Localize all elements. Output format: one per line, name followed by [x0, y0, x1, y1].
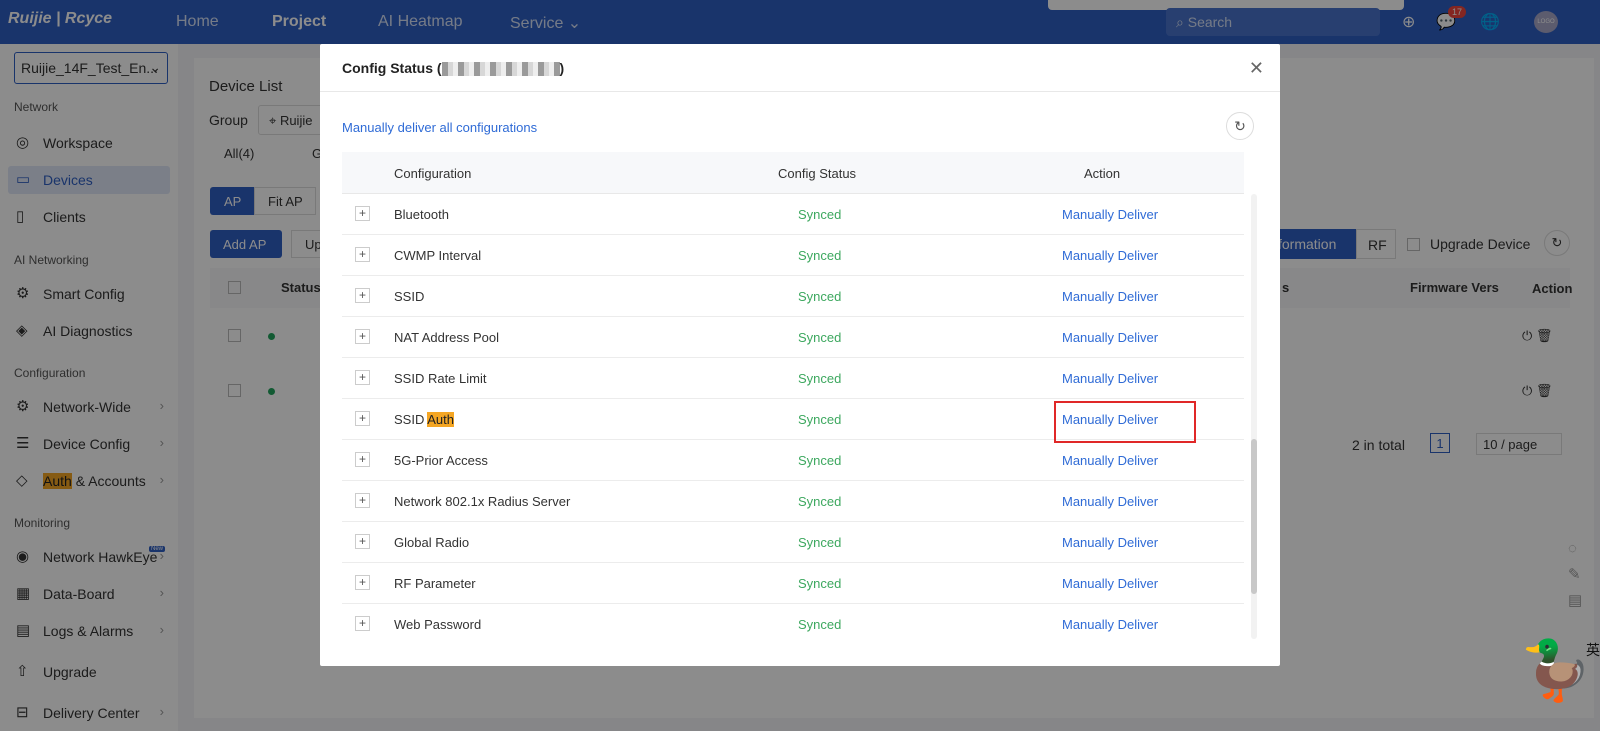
config-name: NAT Address Pool	[394, 330, 500, 345]
manually-deliver-link[interactable]: Manually Deliver	[1062, 453, 1158, 468]
focus-highlight-box	[1054, 401, 1196, 443]
refresh-icon[interactable]: ↻	[1226, 112, 1254, 140]
edit-icon[interactable]: ✎	[1568, 565, 1592, 583]
column-configuration: Configuration	[394, 166, 472, 181]
config-name: RF Parameter	[394, 576, 476, 591]
table-row: + CWMP Interval Synced Manually Deliver	[342, 235, 1244, 276]
status-text: Synced	[798, 453, 842, 468]
expand-icon[interactable]: +	[355, 329, 370, 344]
status-text: Synced	[798, 371, 842, 386]
config-status-dialog: Config Status () ✕ Manually deliver all …	[320, 44, 1280, 666]
table-row: + SSID Synced Manually Deliver	[342, 276, 1244, 317]
floating-tools: ◌ ✎ ▤	[1568, 540, 1592, 609]
config-name: CWMP Interval	[394, 248, 482, 263]
status-text: Synced	[798, 494, 842, 509]
manually-deliver-link[interactable]: Manually Deliver	[1062, 207, 1158, 222]
dialog-title-suffix: )	[559, 60, 565, 76]
config-name: Global Radio	[394, 535, 470, 550]
search-highlight: Auth	[427, 412, 454, 427]
redacted-device-name	[441, 62, 560, 77]
manually-deliver-link[interactable]: Manually Deliver	[1062, 289, 1158, 304]
assistant-mascot-icon[interactable]: 🦆	[1520, 610, 1592, 731]
config-table-header: Configuration Config Status Action	[342, 152, 1244, 194]
expand-icon[interactable]: +	[355, 370, 370, 385]
dialog-title: Config Status ()	[320, 44, 1280, 92]
expand-icon[interactable]: +	[355, 206, 370, 221]
column-config-status: Config Status	[778, 166, 857, 181]
expand-icon[interactable]: +	[355, 575, 370, 590]
table-row: + Web Password Synced Manually Deliver	[342, 604, 1244, 644]
scrollbar-thumb[interactable]	[1251, 439, 1257, 594]
manually-deliver-link[interactable]: Manually Deliver	[1062, 330, 1158, 345]
expand-icon[interactable]: +	[355, 616, 370, 631]
manually-deliver-link[interactable]: Manually Deliver	[1062, 535, 1158, 550]
status-text: Synced	[798, 289, 842, 304]
expand-icon[interactable]: +	[355, 247, 370, 262]
status-text: Synced	[798, 207, 842, 222]
config-name: SSID	[394, 289, 425, 304]
manually-deliver-all-link[interactable]: Manually deliver all configurations	[342, 120, 537, 135]
status-text: Synced	[798, 412, 842, 427]
config-name: SSID Rate Limit	[394, 371, 487, 386]
table-row: + NAT Address Pool Synced Manually Deliv…	[342, 317, 1244, 358]
close-icon[interactable]: ✕	[1249, 58, 1264, 79]
status-text: Synced	[798, 576, 842, 591]
input-method-indicator: 英	[1586, 642, 1600, 658]
clipboard-icon[interactable]: ▤	[1568, 591, 1592, 609]
config-name: Bluetooth	[394, 207, 449, 222]
status-text: Synced	[798, 617, 842, 632]
manually-deliver-link[interactable]: Manually Deliver	[1062, 494, 1158, 509]
config-name: Network 802.1x Radius Server	[394, 494, 571, 509]
table-row: + 5G-Prior Access Synced Manually Delive…	[342, 440, 1244, 481]
expand-icon[interactable]: +	[355, 493, 370, 508]
status-text: Synced	[798, 535, 842, 550]
expand-icon[interactable]: +	[355, 534, 370, 549]
table-row: + RF Parameter Synced Manually Deliver	[342, 563, 1244, 604]
config-name: Web Password	[394, 617, 482, 632]
table-row: + Network 802.1x Radius Server Synced Ma…	[342, 481, 1244, 522]
status-text: Synced	[798, 248, 842, 263]
expand-icon[interactable]: +	[355, 411, 370, 426]
status-text: Synced	[798, 330, 842, 345]
table-row: + SSID Rate Limit Synced Manually Delive…	[342, 358, 1244, 399]
manually-deliver-link[interactable]: Manually Deliver	[1062, 248, 1158, 263]
expand-icon[interactable]: +	[355, 452, 370, 467]
expand-icon[interactable]: +	[355, 288, 370, 303]
chat-icon[interactable]: ◌	[1568, 540, 1592, 557]
manually-deliver-link[interactable]: Manually Deliver	[1062, 371, 1158, 386]
table-row: + Global Radio Synced Manually Deliver	[342, 522, 1244, 563]
manually-deliver-link[interactable]: Manually Deliver	[1062, 617, 1158, 632]
dialog-title-prefix: Config Status (	[342, 60, 442, 76]
config-name: 5G-Prior Access	[394, 453, 488, 468]
config-name-text: SSID	[394, 412, 428, 427]
column-action: Action	[1084, 166, 1121, 181]
config-name: SSID Auth	[394, 412, 454, 427]
manually-deliver-link[interactable]: Manually Deliver	[1062, 576, 1158, 591]
table-row: + Bluetooth Synced Manually Deliver	[342, 194, 1244, 235]
